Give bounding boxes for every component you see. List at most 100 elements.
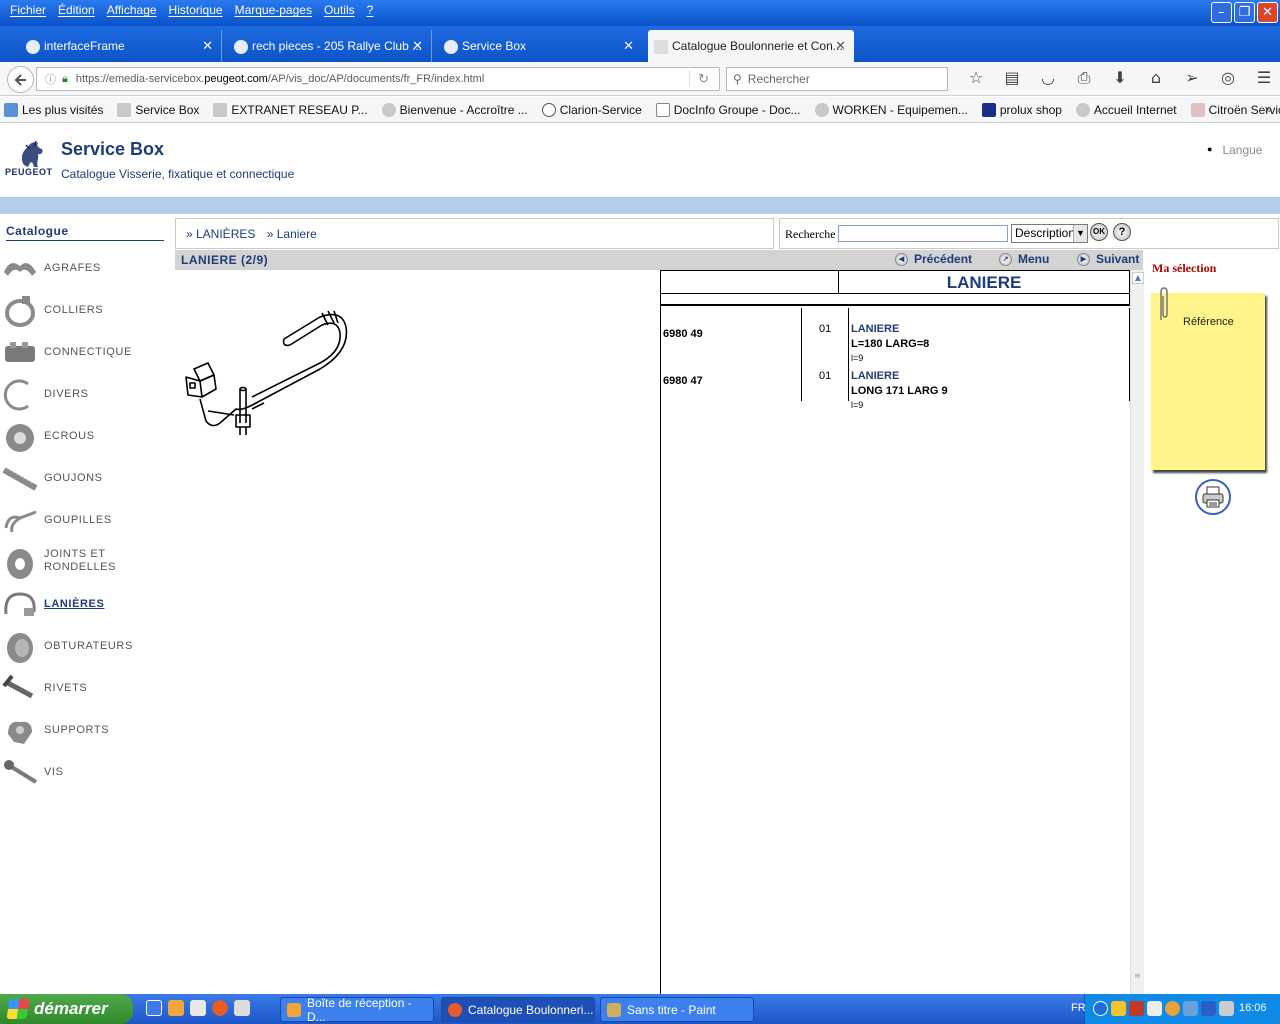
bluetooth-icon[interactable] bbox=[1201, 1001, 1216, 1016]
task-mail[interactable]: Boîte de réception - D... bbox=[280, 996, 434, 1024]
part-reference[interactable]: 6980 49 bbox=[663, 328, 703, 340]
back-button[interactable] bbox=[7, 66, 34, 93]
sidebar-item-lanieres[interactable]: LANIÈRES bbox=[0, 584, 170, 626]
table-scrollbar[interactable]: ▲ ≡ bbox=[1130, 270, 1144, 994]
next-button[interactable]: ▶ Suivant bbox=[1077, 252, 1139, 266]
home-icon[interactable]: ⌂ bbox=[1138, 68, 1174, 88]
breadcrumb-lanieres[interactable]: » LANIÈRES bbox=[186, 227, 255, 241]
scroll-grip-icon[interactable]: ≡ bbox=[1134, 971, 1141, 980]
info-icon[interactable]: ⓘ bbox=[45, 71, 56, 87]
calculator-icon[interactable] bbox=[234, 1000, 250, 1016]
scroll-up-icon[interactable]: ▲ bbox=[1132, 272, 1144, 284]
table-row[interactable]: 6980 47 01 LANIERE LONG 171 LARG 9 l=9 bbox=[661, 367, 1130, 413]
table-row[interactable]: 6980 49 01 LANIERE L=180 LARG=8 l=9 bbox=[661, 320, 1130, 366]
menu-marque-pages[interactable]: Marque-pages bbox=[229, 3, 318, 17]
tab-catalogue[interactable]: Catalogue Boulonnerie et Con... ✕ bbox=[648, 30, 854, 62]
sidebar-item-colliers[interactable]: COLLIERS bbox=[0, 290, 170, 332]
part-name[interactable]: LANIERE bbox=[851, 370, 899, 382]
sidebar-item-goupilles[interactable]: GOUPILLES bbox=[0, 500, 170, 542]
sync-icon[interactable]: ◎ bbox=[1210, 68, 1246, 88]
previous-button[interactable]: ◀ Précédent bbox=[895, 252, 972, 266]
sidebar-item-connectique[interactable]: CONNECTIQUE bbox=[0, 332, 170, 374]
bookmark-extranet[interactable]: EXTRANET RESEAU P... bbox=[209, 102, 368, 117]
sidebar-item-joints-et-rondelles[interactable]: JOINTS ET RONDELLES bbox=[0, 542, 170, 584]
sidebar-item-goujons[interactable]: GOUJONS bbox=[0, 458, 170, 500]
print-button[interactable] bbox=[1195, 479, 1231, 515]
language-link[interactable]: ● Langue bbox=[1207, 143, 1262, 157]
sidebar-item-divers[interactable]: DIVERS bbox=[0, 374, 170, 416]
menu-button[interactable]: ↗ Menu bbox=[999, 252, 1049, 266]
close-tab-icon[interactable]: ✕ bbox=[202, 38, 213, 54]
menu-edition[interactable]: Édition bbox=[52, 3, 101, 17]
download-icon[interactable]: ⬇ bbox=[1102, 68, 1138, 88]
tab-rech-pieces[interactable]: rech pieces - 205 Rallye Club ... ✕ bbox=[228, 30, 432, 62]
bookmark-docinfo[interactable]: DocInfo Groupe - Doc... bbox=[652, 102, 801, 117]
url-bar[interactable]: ⓘ 🔒︎ https://emedia-servicebox.peugeot.c… bbox=[36, 67, 720, 91]
menu-fichier[interactable]: Fichier bbox=[4, 3, 52, 17]
tab-service-box[interactable]: Service Box ✕ bbox=[438, 30, 642, 62]
close-tab-icon[interactable]: ✕ bbox=[412, 38, 423, 54]
bookmark-worken[interactable]: WORKEN - Equipemen... bbox=[811, 102, 968, 117]
menu-outils[interactable]: Outils bbox=[318, 3, 361, 17]
bookmark-bienvenue[interactable]: Bienvenue - Accroître ... bbox=[378, 102, 528, 117]
part-name[interactable]: LANIERE bbox=[851, 323, 899, 335]
sidebar-item-agrafes[interactable]: AGRAFES bbox=[0, 248, 170, 290]
bookmark-clarion[interactable]: Clarion-Service bbox=[538, 102, 642, 117]
chevron-left-icon[interactable] bbox=[1093, 1001, 1108, 1016]
more-bookmarks-icon[interactable]: » bbox=[1265, 101, 1272, 116]
bookmark-most-visited[interactable]: Les plus visités bbox=[0, 102, 103, 117]
navigation-bar: ⓘ 🔒︎ https://emedia-servicebox.peugeot.c… bbox=[0, 62, 1280, 96]
strap-drawing[interactable] bbox=[180, 303, 360, 443]
print-icon[interactable]: ⎙ bbox=[1066, 68, 1102, 88]
outlook-tray-icon[interactable] bbox=[1111, 1001, 1126, 1016]
breadcrumb-laniere[interactable]: » Laniere bbox=[267, 227, 317, 241]
sidebar-item-supports[interactable]: SUPPORTS bbox=[0, 710, 170, 752]
close-tab-icon[interactable]: ✕ bbox=[623, 38, 634, 54]
speaker-icon[interactable] bbox=[1219, 1001, 1234, 1016]
task-catalogue[interactable]: Catalogue Boulonneri... bbox=[441, 997, 595, 1022]
outlook-icon[interactable] bbox=[168, 1000, 184, 1016]
language-indicator[interactable]: FR bbox=[1071, 1002, 1086, 1014]
sidebar-item-rivets[interactable]: RIVETS bbox=[0, 668, 170, 710]
bookmark-star-icon[interactable]: ☆ bbox=[958, 68, 994, 88]
pin-icon bbox=[4, 510, 37, 533]
bookmark-prolux[interactable]: prolux shop bbox=[978, 102, 1062, 117]
help-button[interactable]: ? bbox=[1113, 223, 1131, 241]
tab-interfaceframe[interactable]: interfaceFrame ✕ bbox=[20, 30, 222, 62]
hamburger-menu-icon[interactable]: ☰ bbox=[1246, 68, 1280, 88]
start-button[interactable]: démarrer bbox=[0, 994, 133, 1024]
menu-affichage[interactable]: Affichage bbox=[101, 3, 163, 17]
tray-app-icon[interactable] bbox=[1183, 1001, 1198, 1016]
update-icon[interactable] bbox=[1165, 1001, 1180, 1016]
ok-button[interactable]: OK bbox=[1090, 223, 1108, 241]
explorer-icon[interactable] bbox=[190, 1000, 206, 1016]
send-icon[interactable]: ➢ bbox=[1174, 68, 1210, 88]
part-reference[interactable]: 6980 47 bbox=[663, 375, 703, 387]
windows-flag-icon bbox=[6, 999, 30, 1019]
minimize-button[interactable]: – bbox=[1211, 2, 1232, 23]
close-window-button[interactable]: ✕ bbox=[1257, 2, 1278, 23]
search-icon: ⚲ bbox=[733, 72, 742, 86]
network-icon[interactable] bbox=[1147, 1001, 1162, 1016]
pocket-icon[interactable]: ◡ bbox=[1030, 68, 1066, 88]
sidebar-item-ecrous[interactable]: ECROUS bbox=[0, 416, 170, 458]
content-title: LANIERE (2/9) bbox=[181, 253, 269, 267]
reload-icon[interactable]: ↻ bbox=[689, 71, 709, 87]
firefox-icon[interactable] bbox=[212, 1000, 228, 1016]
close-tab-icon[interactable]: ✕ bbox=[835, 38, 846, 54]
ie-icon[interactable] bbox=[146, 1000, 162, 1016]
task-paint[interactable]: Sans titre - Paint bbox=[600, 997, 754, 1022]
maximize-button[interactable]: ❐ bbox=[1234, 2, 1255, 23]
sidebar-item-vis[interactable]: VIS bbox=[0, 752, 170, 794]
bookmark-service-box[interactable]: Service Box bbox=[113, 102, 199, 117]
search-type-select[interactable]: Description ▼ bbox=[1011, 224, 1088, 243]
shield-icon[interactable] bbox=[1129, 1001, 1144, 1016]
search-input[interactable] bbox=[838, 225, 1008, 242]
bookmark-accueil[interactable]: Accueil Internet bbox=[1072, 102, 1177, 117]
sidebar-item-obturateurs[interactable]: OBTURATEURS bbox=[0, 626, 170, 668]
menu-aide[interactable]: ? bbox=[361, 3, 380, 17]
search-label: Recherche bbox=[785, 227, 836, 241]
menu-historique[interactable]: Historique bbox=[163, 3, 229, 17]
reading-list-icon[interactable]: ▤ bbox=[994, 68, 1030, 88]
browser-search-input[interactable]: ⚲ Rechercher bbox=[726, 67, 948, 91]
